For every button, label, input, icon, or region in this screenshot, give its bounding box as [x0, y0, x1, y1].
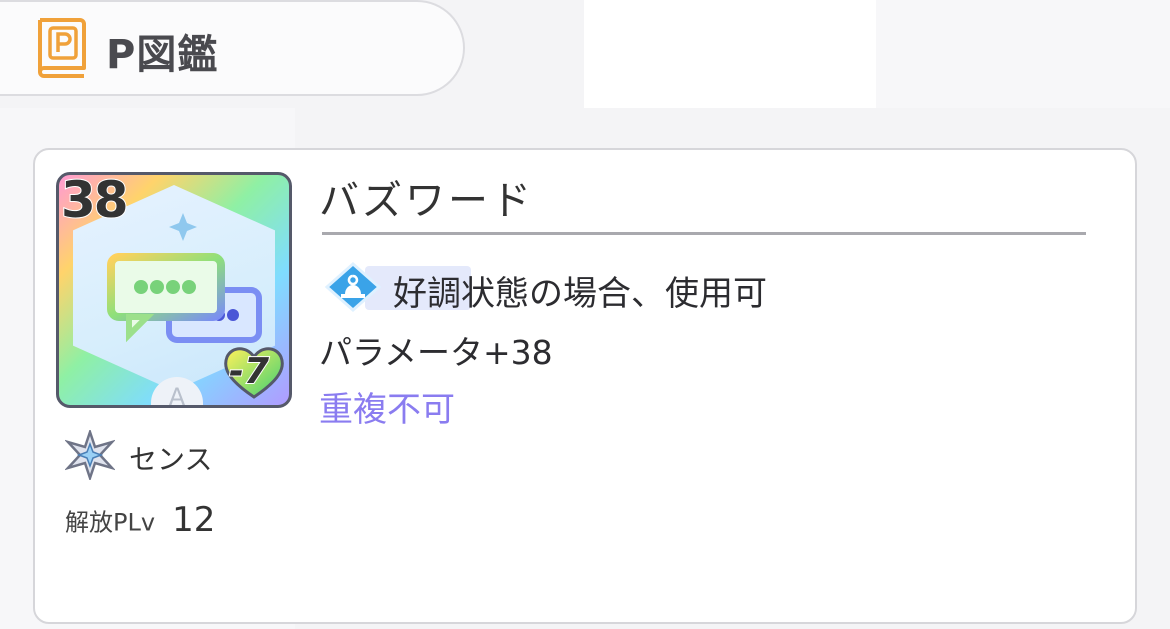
heart-value: -7 [228, 350, 270, 393]
item-name: バズワード [319, 178, 534, 224]
page-title: P図鑑 [106, 32, 219, 78]
good-condition-icon [324, 262, 382, 312]
unlock-level: 解放PLv 12 [65, 500, 215, 540]
unlock-label: 解放PLv [65, 508, 156, 537]
type-label: センス [129, 443, 213, 476]
item-thumbnail[interactable]: 38 A -7 [56, 172, 292, 408]
item-card[interactable]: 38 A -7 センス 解放PLv 12 バズワード 好調状態の場合、使用可 パ… [33, 148, 1137, 624]
book-p-icon [38, 18, 86, 78]
bg-shape [584, 0, 876, 108]
unlock-value: 12 [172, 500, 216, 540]
effect-text: パラメータ+38 [319, 333, 553, 372]
bg-shape [876, 0, 1170, 108]
condition-text: 好調状態の場合、使用可 [393, 274, 767, 314]
sense-star-icon [65, 430, 115, 480]
divider [322, 232, 1086, 235]
note-text: 重複不可 [319, 390, 455, 430]
thumbnail-number: 38 [60, 172, 130, 230]
